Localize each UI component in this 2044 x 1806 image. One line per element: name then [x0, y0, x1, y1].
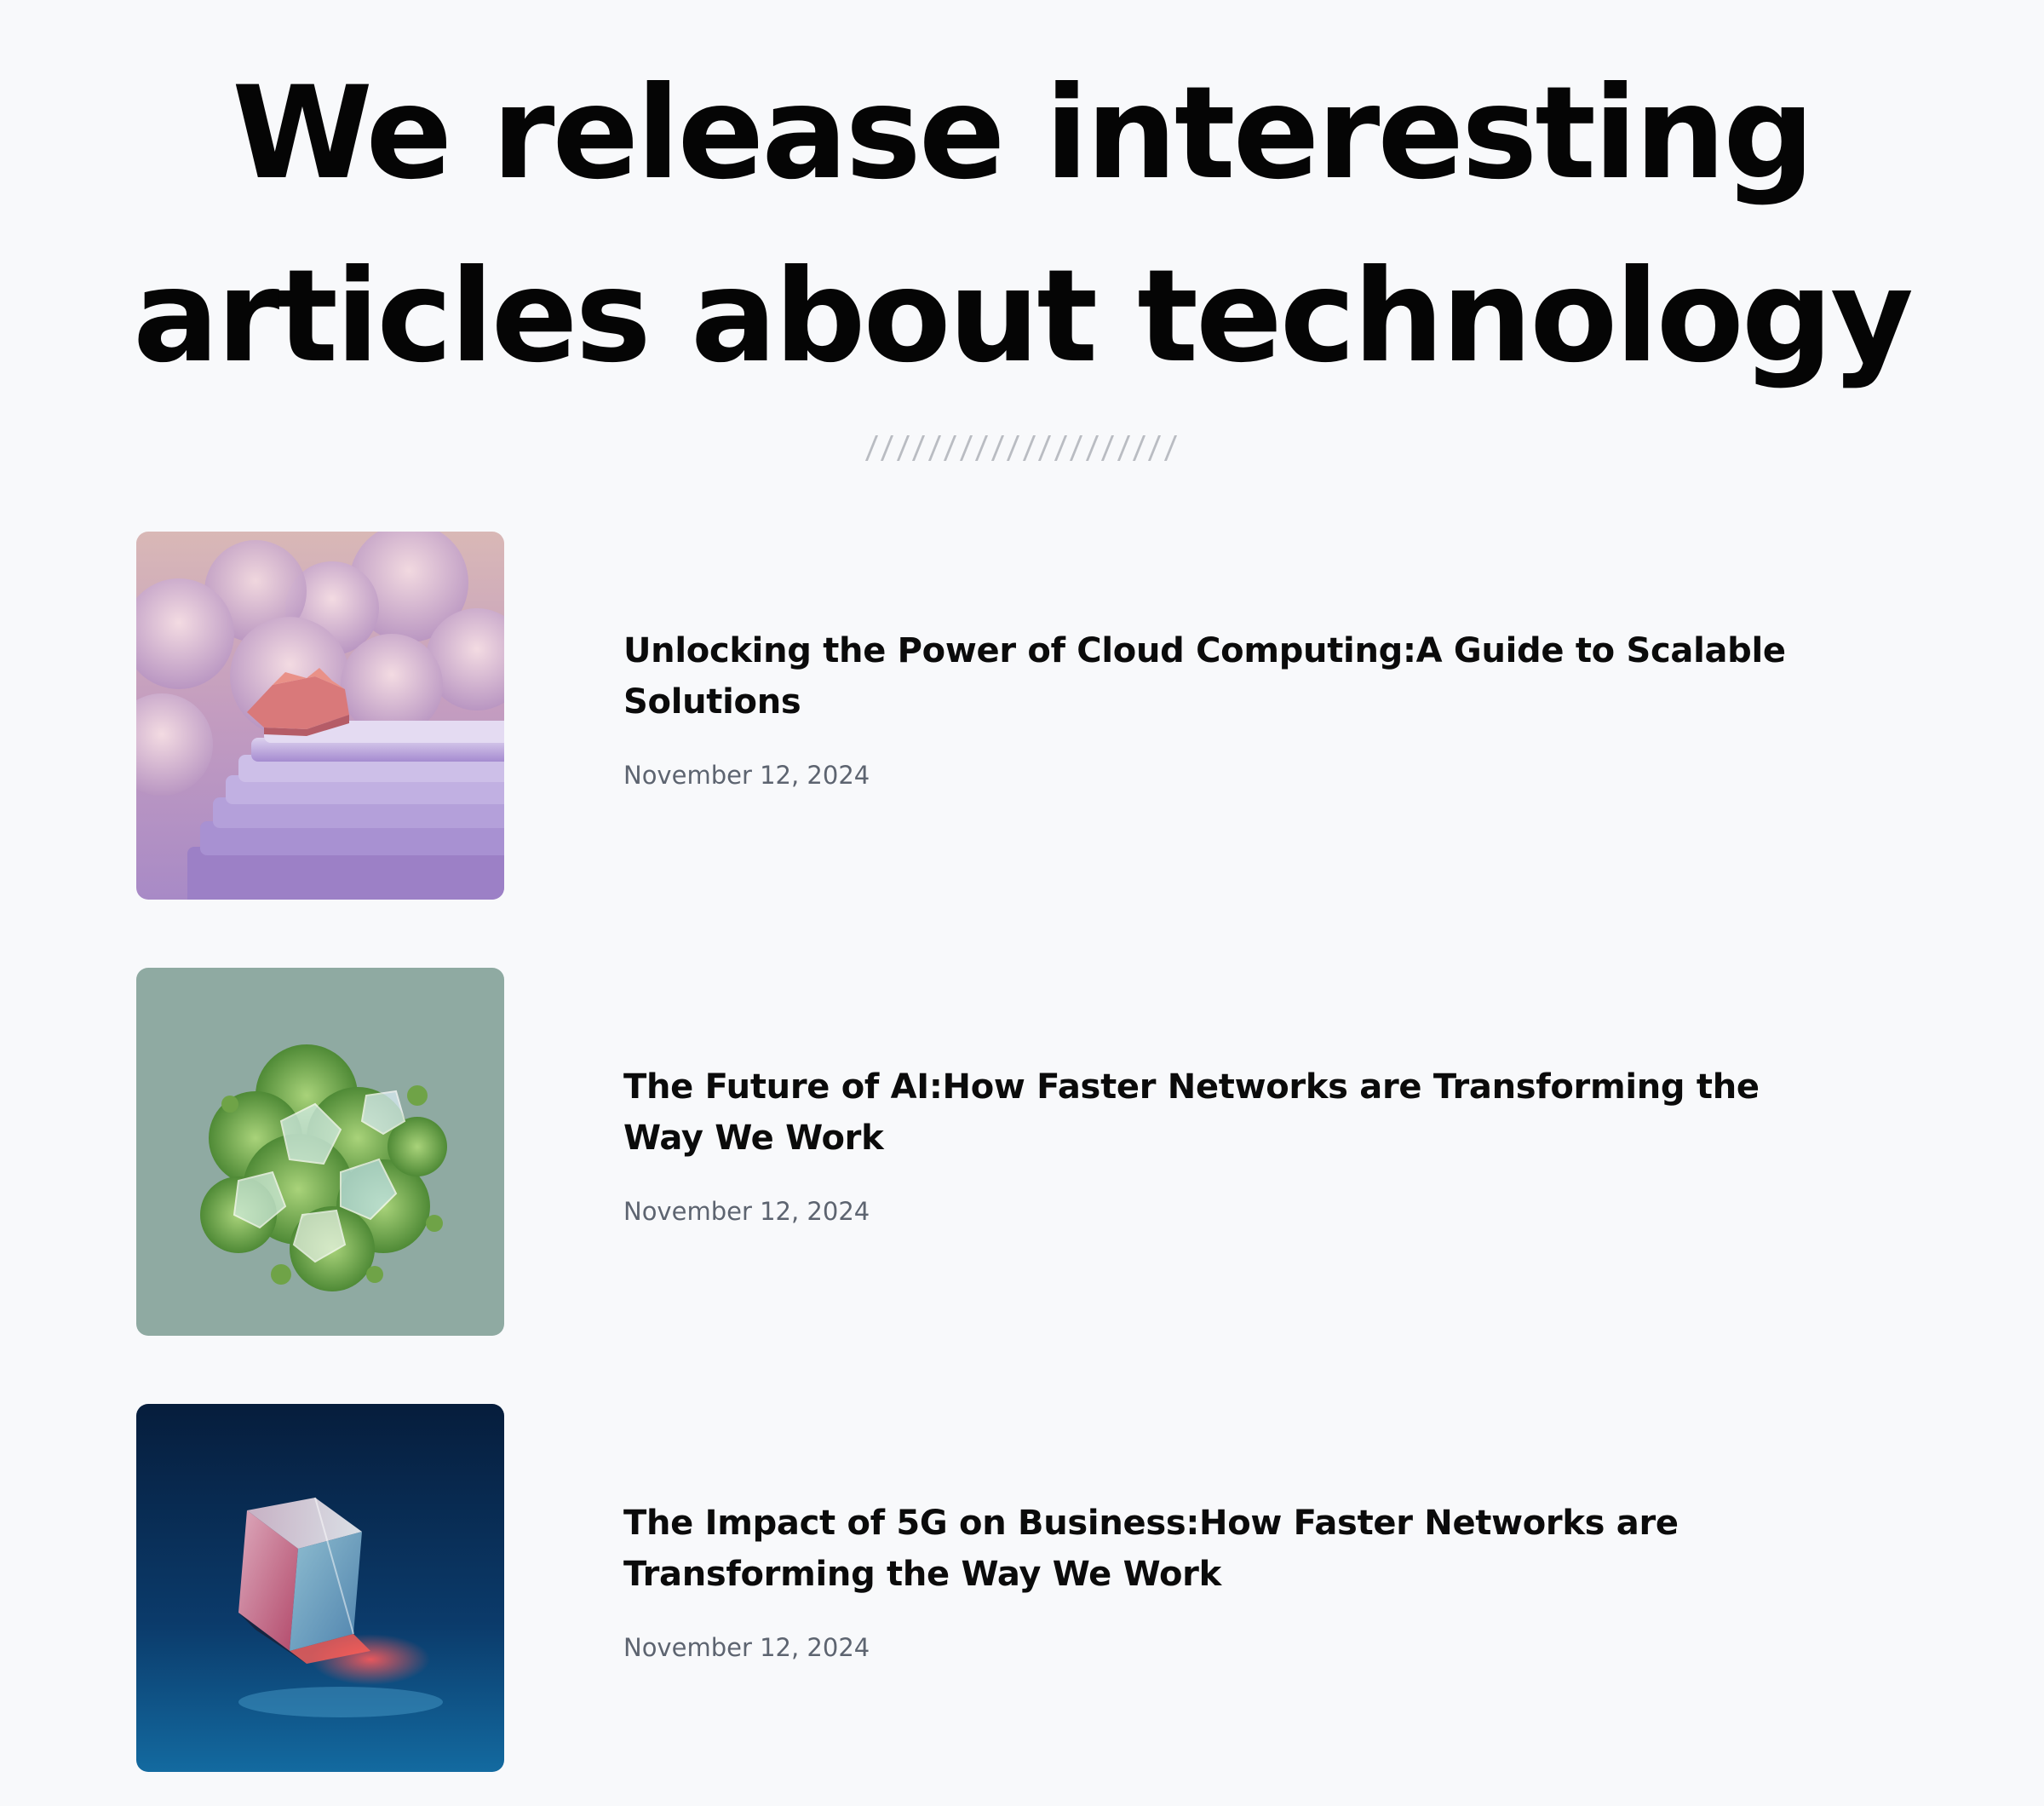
article-title[interactable]: The Future of AI:How Faster Networks are…: [623, 1061, 1833, 1164]
article-date: November 12, 2024: [623, 1633, 870, 1662]
page-title-line-2: articles about technology: [133, 243, 1914, 391]
article-date: November 12, 2024: [623, 1197, 870, 1226]
page-title-line-1: We release interesting: [232, 60, 1814, 208]
article-item: The Impact of 5G on Business:How Faster …: [136, 1404, 1840, 1772]
glass-cube-image: [136, 1404, 504, 1772]
article-thumbnail-cloud[interactable]: [136, 532, 504, 900]
article-thumbnail-ai[interactable]: [136, 968, 504, 1336]
article-item: Unlocking the Power of Cloud Computing:A…: [136, 532, 1840, 900]
decorative-divider: [864, 433, 1177, 463]
article-date: November 12, 2024: [623, 761, 870, 790]
article-thumbnail-5g[interactable]: [136, 1404, 504, 1772]
cloud-steps-image: [136, 532, 504, 900]
page-title: We release interesting articles about te…: [0, 43, 2044, 409]
article-title[interactable]: The Impact of 5G on Business:How Faster …: [623, 1498, 1833, 1600]
article-item: The Future of AI:How Faster Networks are…: [136, 968, 1840, 1336]
article-title[interactable]: Unlocking the Power of Cloud Computing:A…: [623, 625, 1833, 728]
crystal-foliage-image: [136, 968, 504, 1336]
